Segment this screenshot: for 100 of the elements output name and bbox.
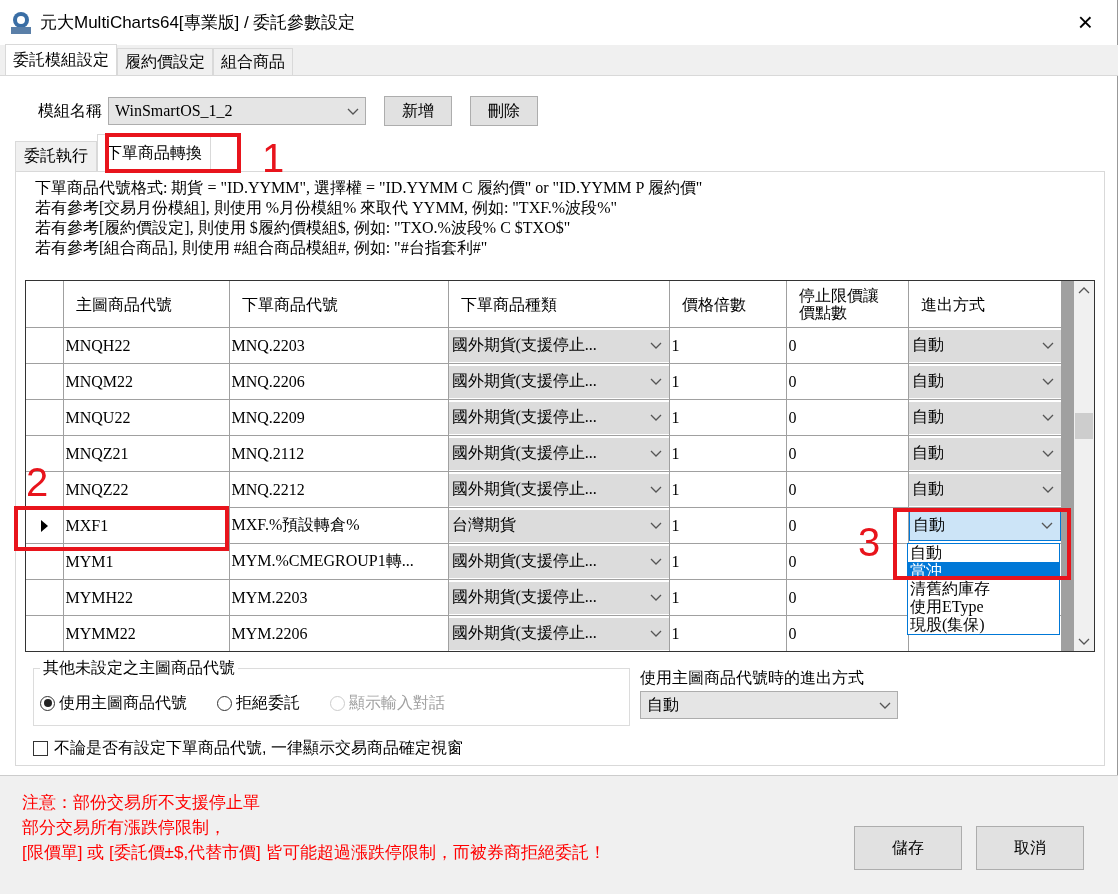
column-header: 下單商品種類 [448, 281, 669, 328]
column-header: 價格倍數 [669, 281, 786, 328]
table-cell: 1 [669, 327, 786, 364]
table-cell: 0 [786, 363, 908, 400]
chevron-down-icon [649, 486, 662, 493]
chevron-down-icon [1040, 522, 1053, 529]
table-cell: 0 [786, 471, 908, 508]
type-dropdown[interactable]: 國外期貨(支援停止... [449, 365, 668, 398]
column-header: 進出方式 [908, 281, 1061, 328]
table-cell: MYMM22 [63, 615, 229, 651]
type-dropdown[interactable]: 國外期貨(支援停止... [449, 581, 668, 614]
tab[interactable]: 委託模組設定 [5, 44, 117, 75]
dropdown-option[interactable]: 清舊約庫存 [908, 580, 1059, 598]
app-logo-icon [10, 10, 32, 35]
column-header: 下單商品代號 [229, 281, 448, 328]
scrollbar[interactable] [1074, 281, 1094, 651]
chevron-down-icon [649, 558, 662, 565]
table-cell: MNQ.2209 [229, 399, 448, 436]
type-dropdown[interactable]: 國外期貨(支援停止... [449, 473, 668, 506]
chevron-down-icon [649, 522, 662, 529]
exit-dropdown[interactable]: 自動 [909, 510, 1060, 541]
table-cell: MNQM22 [63, 363, 229, 400]
chevron-down-icon [649, 414, 662, 421]
module-name-label: 模組名稱 [38, 100, 102, 121]
chevron-up-icon [1078, 287, 1090, 294]
chevron-down-icon [1041, 450, 1054, 457]
exit-dropdown[interactable]: 自動 [909, 329, 1060, 362]
type-dropdown[interactable]: 國外期貨(支援停止... [449, 329, 668, 362]
table-cell: MYM.2206 [229, 615, 448, 651]
module-button[interactable]: 刪除 [470, 96, 538, 126]
table-cell: 1 [669, 507, 786, 544]
description-text: 下單商品代號格式: 期貨 = "ID.YYMM", 選擇權 = "ID.YYMM C 履約價" or "ID.YYMM P 履約價" [35, 178, 704, 198]
type-dropdown[interactable]: 台灣期貨 [449, 509, 668, 542]
exit-mode-dropdown[interactable]: 自動 [640, 691, 898, 719]
chevron-down-icon [649, 342, 662, 349]
chevron-down-icon [649, 630, 662, 637]
table-cell: MNQZ22 [63, 471, 229, 508]
chevron-down-icon [1041, 378, 1054, 385]
table-cell: MNQ.2203 [229, 327, 448, 364]
table-cell: MYM.%CMEGROUP1轉... [229, 543, 448, 580]
type-dropdown[interactable]: 國外期貨(支援停止... [449, 545, 668, 578]
exit-dropdown[interactable]: 自動 [909, 401, 1060, 434]
type-dropdown[interactable]: 國外期貨(支援停止... [449, 437, 668, 470]
scrollbar-thumb[interactable] [1075, 413, 1093, 439]
table-cell: 1 [669, 435, 786, 472]
module-button[interactable]: 新增 [384, 96, 452, 126]
table-cell: MNQ.2212 [229, 471, 448, 508]
dialog-button[interactable]: 儲存 [854, 826, 962, 870]
table-cell: MNQU22 [63, 399, 229, 436]
chevron-down-icon [649, 450, 662, 457]
chevron-down-icon [649, 378, 662, 385]
chevron-down-icon [1041, 414, 1054, 421]
tab[interactable]: 履約價設定 [117, 48, 213, 75]
type-dropdown[interactable]: 國外期貨(支援停止... [449, 401, 668, 434]
radio-label[interactable]: 使用主圖商品代號 [59, 692, 187, 714]
annotation-number: 1 [262, 138, 285, 178]
warning-text: [限價單] 或 [委託價±$,代替市價] 皆可能超過漲跌停限制，而被券商拒絕委託！ [22, 842, 607, 864]
chevron-down-icon [1078, 638, 1090, 645]
annotation-number: 2 [26, 462, 49, 502]
table-cell: 1 [669, 399, 786, 436]
column-header: 停止限價讓價點數 [786, 281, 908, 328]
window-title: 元大MultiCharts64[專業版] / 委託參數設定 [40, 12, 357, 34]
exit-dropdown[interactable]: 自動 [909, 437, 1060, 470]
table-cell: 1 [669, 543, 786, 580]
table-cell: MYMH22 [63, 579, 229, 616]
tab[interactable]: 委託執行 [15, 141, 97, 171]
module-dropdown[interactable]: WinSmartOS_1_2 [108, 97, 366, 125]
exit-mode-label: 使用主圖商品代號時的進出方式 [640, 668, 865, 688]
column-header: 主圖商品代號 [63, 281, 229, 328]
dropdown-option[interactable]: 自動 [908, 544, 1059, 562]
table-cell: 0 [786, 399, 908, 436]
table-cell: 1 [669, 363, 786, 400]
chevron-down-icon [347, 107, 359, 115]
chevron-down-icon [1041, 342, 1054, 349]
chevron-down-icon [649, 594, 662, 601]
chevron-down-icon [879, 701, 891, 709]
exit-dropdown[interactable]: 自動 [909, 365, 1060, 398]
warning-text: 注意：部份交易所不支援停止單 [22, 792, 261, 814]
table-cell: MXF.%預設轉倉% [229, 507, 448, 544]
table-cell: 1 [669, 579, 786, 616]
type-dropdown[interactable]: 國外期貨(支援停止... [449, 617, 668, 650]
description-text: 若有參考[交易月份模組], 則使用 %月份模組% 來取代 YYMM, 例如: "TXF.%波段%" [35, 198, 618, 218]
chevron-down-icon [1041, 486, 1054, 493]
close-button[interactable]: × [1063, 7, 1107, 38]
table-cell: 0 [786, 327, 908, 364]
dropdown-option[interactable]: 使用EType [908, 598, 1059, 616]
exit-dropdown[interactable]: 自動 [909, 473, 1060, 506]
radio-label[interactable]: 拒絕委託 [236, 692, 300, 714]
table-cell: 1 [669, 471, 786, 508]
description-text: 若有參考[組合商品], 則使用 #組合商品模組#, 例如: "#台指套利#" [35, 238, 489, 258]
table-cell: MYM.2203 [229, 579, 448, 616]
dialog-button[interactable]: 取消 [976, 826, 1084, 870]
table-cell: MNQ.2112 [229, 435, 448, 472]
table-cell: MNQH22 [63, 327, 229, 364]
table-cell: 0 [786, 435, 908, 472]
tab[interactable]: 組合商品 [213, 48, 293, 75]
confirm-checkbox[interactable]: 不論是否有設定下單商品代號, 一律顯示交易商品確定視窗 [33, 738, 1095, 759]
description-text: 若有參考[履約價設定], 則使用 $履約價模組$, 例如: "TXO.%波段% C $TXO$" [35, 218, 572, 238]
group-title: 其他未設定之主圖商品代號 [40, 658, 238, 679]
table-cell: MNQ.2206 [229, 363, 448, 400]
